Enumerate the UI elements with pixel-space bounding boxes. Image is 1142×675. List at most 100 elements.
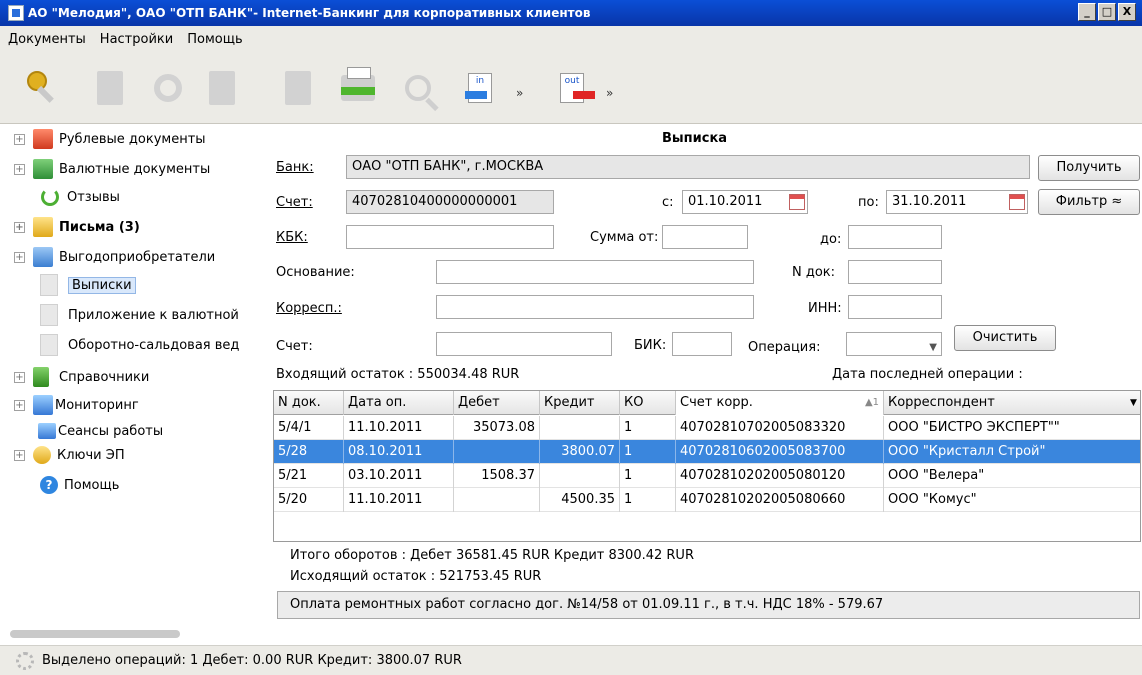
column-correspondent[interactable]: Корреспондент <box>884 391 1130 415</box>
expand-icon[interactable]: + <box>14 133 25 145</box>
import-more-icon[interactable]: » <box>516 86 523 100</box>
expand-icon[interactable]: + <box>14 251 25 263</box>
document-icon <box>40 304 58 326</box>
cell-ko: 1 <box>620 440 676 464</box>
cell-doc-no: 5/20 <box>274 488 344 512</box>
sum-to-field[interactable] <box>848 225 942 249</box>
minimize-button[interactable]: _ <box>1078 3 1096 21</box>
tree-item-statements[interactable]: Выписки <box>40 273 136 297</box>
tree-item-letters[interactable]: + Письма (3) <box>0 215 140 239</box>
table-row[interactable]: 5/4/1 11.10.2011 35073.08 1 407028107020… <box>274 416 1140 440</box>
from-date-field[interactable]: 01.10.2011 <box>682 190 808 214</box>
bik-field[interactable] <box>672 332 732 356</box>
export-more-icon[interactable]: » <box>606 86 613 100</box>
sort-asc-icon: ▲1 <box>864 397 879 408</box>
account-label[interactable]: Счет: <box>276 195 313 210</box>
monitor-icon <box>33 395 53 415</box>
inn-label: ИНН: <box>808 301 842 316</box>
calendar-icon[interactable] <box>789 194 805 210</box>
opening-balance: Входящий остаток : 550034.48 RUR <box>276 367 520 382</box>
menu-documents[interactable]: Документы <box>6 30 88 49</box>
basis-field[interactable] <box>436 260 754 284</box>
tree-label: Рублевые документы <box>59 131 206 147</box>
chevron-down-icon[interactable]: ▼ <box>929 337 937 355</box>
correspondent-field[interactable] <box>436 295 754 319</box>
menu-settings[interactable]: Настройки <box>98 30 175 49</box>
kbk-field[interactable] <box>346 225 554 249</box>
table-row-selected[interactable]: 5/28 08.10.2011 3800.07 1 40702810602005… <box>274 440 1140 464</box>
close-button[interactable]: X <box>1118 3 1136 21</box>
corr-account-field[interactable] <box>436 332 612 356</box>
column-ko[interactable]: КО <box>620 391 676 415</box>
sum-to-label: до: <box>820 232 842 247</box>
clear-button[interactable]: Очистить <box>954 325 1056 351</box>
refresh-icon[interactable] <box>146 66 190 110</box>
cell-ko: 1 <box>620 464 676 488</box>
keys-icon[interactable] <box>20 66 64 110</box>
calendar-icon[interactable] <box>1009 194 1025 210</box>
navigation-tree: + Рублевые документы + Валютные документ… <box>0 125 272 625</box>
tree-item-keys[interactable]: + Ключи ЭП <box>0 443 125 467</box>
tree-label: Мониторинг <box>55 397 139 413</box>
tree-item-ruble-docs[interactable]: + Рублевые документы <box>0 127 206 151</box>
tree-item-monitoring[interactable]: + Мониторинг <box>0 393 139 417</box>
table-row[interactable]: 5/21 03.10.2011 1508.37 1 40702810202005… <box>274 464 1140 488</box>
column-credit[interactable]: Кредит <box>540 391 620 415</box>
inn-field[interactable] <box>848 295 942 319</box>
kbk-label[interactable]: КБК: <box>276 230 308 245</box>
tree-item-currency-docs[interactable]: + Валютные документы <box>0 157 210 181</box>
table-row[interactable]: 5/20 11.10.2011 4500.35 1 40702810202005… <box>274 488 1140 512</box>
book-icon <box>33 367 49 387</box>
tree-item-currency-appendix[interactable]: Приложение к валютной <box>40 303 239 327</box>
tree-item-balance-sheet[interactable]: Оборотно-сальдовая вед <box>40 333 239 357</box>
sum-from-label: Сумма от: <box>590 230 659 245</box>
new-document-icon[interactable] <box>88 66 132 110</box>
expand-icon[interactable]: + <box>14 399 25 411</box>
column-debit[interactable]: Дебет <box>454 391 540 415</box>
edit-icon[interactable] <box>276 66 320 110</box>
expand-icon[interactable]: + <box>14 163 25 175</box>
print-icon[interactable] <box>336 66 380 110</box>
operations-table: N док. Дата оп. Дебет Кредит КО Счет кор… <box>273 390 1141 542</box>
correspondent-label[interactable]: Корресп.: <box>276 301 342 316</box>
column-doc-no[interactable]: N док. <box>274 391 344 415</box>
column-menu-icon[interactable]: ▼ <box>1130 391 1140 415</box>
from-date-value: 01.10.2011 <box>688 194 763 209</box>
tree-item-recalls[interactable]: Отзывы <box>0 185 120 209</box>
tree-item-help[interactable]: ? Помощь <box>40 473 119 497</box>
import-in-icon[interactable]: in <box>458 66 502 110</box>
expand-icon[interactable]: + <box>14 449 25 461</box>
cell-date: 11.10.2011 <box>344 416 454 440</box>
cell-debit: 1508.37 <box>454 464 540 488</box>
sidebar-scrollbar[interactable] <box>10 630 180 638</box>
document-icon <box>40 334 58 356</box>
tree-label: Выписки <box>68 276 136 294</box>
cell-corr-account: 40702810602005083700 <box>676 440 884 464</box>
operation-select[interactable]: ▼ <box>846 332 942 356</box>
menu-help[interactable]: Помощь <box>185 30 244 49</box>
column-corr-account[interactable]: Счет корр. ▲1 <box>676 391 884 415</box>
account-field[interactable]: 40702810400000000001 <box>346 190 554 214</box>
bank-label[interactable]: Банк: <box>276 160 314 175</box>
tree-label: Помощь <box>64 477 120 493</box>
expand-icon[interactable]: + <box>14 371 25 383</box>
tree-label: Ключи ЭП <box>57 447 125 463</box>
cell-credit: 3800.07 <box>540 440 620 464</box>
sum-from-field[interactable] <box>662 225 748 249</box>
expand-icon[interactable]: + <box>14 221 25 233</box>
to-date-field[interactable]: 31.10.2011 <box>886 190 1028 214</box>
doc-no-field[interactable] <box>848 260 942 284</box>
filter-button[interactable]: Фильтр ≈ <box>1038 189 1140 215</box>
get-button[interactable]: Получить <box>1038 155 1140 181</box>
column-date[interactable]: Дата оп. <box>344 391 454 415</box>
maximize-button[interactable]: □ <box>1098 3 1116 21</box>
delete-icon[interactable] <box>200 66 244 110</box>
cell-ko: 1 <box>620 488 676 512</box>
cell-ko: 1 <box>620 416 676 440</box>
tree-item-directories[interactable]: + Справочники <box>0 365 149 389</box>
tree-item-sessions[interactable]: Сеансы работы <box>38 419 163 443</box>
search-icon[interactable] <box>396 66 440 110</box>
export-out-icon[interactable]: out <box>550 66 595 110</box>
app-icon <box>8 5 24 21</box>
tree-item-beneficiaries[interactable]: + Выгодоприобретатели <box>0 245 215 269</box>
